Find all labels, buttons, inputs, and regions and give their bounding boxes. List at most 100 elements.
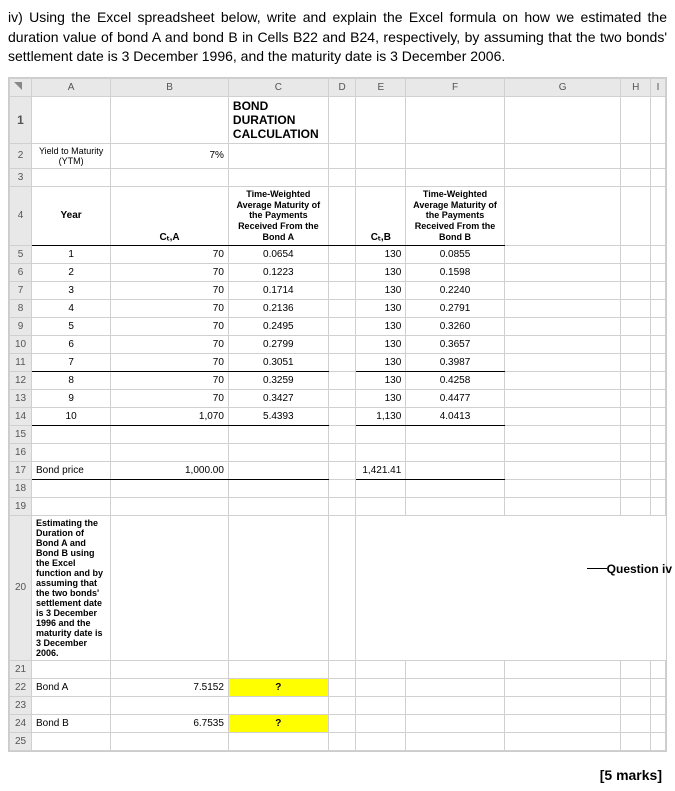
wb-cell[interactable]: 0.1598 [406, 263, 504, 281]
year-cell[interactable]: 1 [32, 245, 111, 263]
cta-cell[interactable]: 70 [111, 281, 229, 299]
row-header-13[interactable]: 13 [10, 389, 32, 407]
row-header-7[interactable]: 7 [10, 281, 32, 299]
bondB-header[interactable]: Time-Weighted Average Maturity of the Pa… [406, 186, 504, 245]
row-header-11[interactable]: 11 [10, 353, 32, 371]
ctb-cell[interactable]: 130 [356, 317, 406, 335]
row-header-1[interactable]: 1 [10, 96, 32, 143]
col-header-G[interactable]: G [504, 78, 621, 96]
cta-cell[interactable]: 70 [111, 263, 229, 281]
cta-cell[interactable]: 70 [111, 389, 229, 407]
bondB-value[interactable]: 6.7535 [111, 714, 229, 732]
row-header-21[interactable]: 21 [10, 660, 32, 678]
wa-cell[interactable]: 0.1714 [228, 281, 328, 299]
wb-cell[interactable]: 0.0855 [406, 245, 504, 263]
note-cell[interactable]: Estimating the Duration of Bond A and Bo… [32, 515, 111, 660]
wa-cell[interactable]: 0.3427 [228, 389, 328, 407]
wb-cell[interactable]: 0.3987 [406, 353, 504, 371]
row-header-12[interactable]: 12 [10, 371, 32, 389]
ctb-cell[interactable]: 130 [356, 389, 406, 407]
col-header-D[interactable]: D [328, 78, 356, 96]
cta-cell[interactable]: 70 [111, 245, 229, 263]
row-header-18[interactable]: 18 [10, 479, 32, 497]
year-cell[interactable]: 5 [32, 317, 111, 335]
ytm-value[interactable]: 7% [111, 143, 229, 168]
year-cell[interactable]: 3 [32, 281, 111, 299]
row-header-14[interactable]: 14 [10, 407, 32, 425]
ctb-cell[interactable]: 130 [356, 281, 406, 299]
row-header-4[interactable]: 4 [10, 186, 32, 245]
year-cell[interactable]: 10 [32, 407, 111, 425]
wa-cell[interactable]: 0.1223 [228, 263, 328, 281]
year-cell[interactable]: 8 [32, 371, 111, 389]
bond-price-A[interactable]: 1,000.00 [111, 461, 229, 479]
row-header-2[interactable]: 2 [10, 143, 32, 168]
wa-cell[interactable]: 0.0654 [228, 245, 328, 263]
col-header-I[interactable]: I [651, 78, 666, 96]
cta-cell[interactable]: 70 [111, 335, 229, 353]
row-header-24[interactable]: 24 [10, 714, 32, 732]
row-header-10[interactable]: 10 [10, 335, 32, 353]
cta-cell[interactable]: 1,070 [111, 407, 229, 425]
bondA-header[interactable]: Time-Weighted Average Maturity of the Pa… [228, 186, 328, 245]
cta-cell[interactable]: 70 [111, 371, 229, 389]
bondB-formula[interactable]: ? [228, 714, 328, 732]
wa-cell[interactable]: 0.2136 [228, 299, 328, 317]
bondA-label[interactable]: Bond A [32, 678, 111, 696]
year-cell[interactable]: 7 [32, 353, 111, 371]
wb-cell[interactable]: 0.4477 [406, 389, 504, 407]
wa-cell[interactable]: 0.2495 [228, 317, 328, 335]
cta-cell[interactable]: 70 [111, 299, 229, 317]
row-header-17[interactable]: 17 [10, 461, 32, 479]
cta-cell[interactable]: 70 [111, 353, 229, 371]
bondA-value[interactable]: 7.5152 [111, 678, 229, 696]
row-header-15[interactable]: 15 [10, 425, 32, 443]
wb-cell[interactable]: 0.2791 [406, 299, 504, 317]
row-header-22[interactable]: 22 [10, 678, 32, 696]
wa-cell[interactable]: 5.4393 [228, 407, 328, 425]
ctb-header[interactable]: Cₜ,B [356, 186, 406, 245]
bond-price-label[interactable]: Bond price [32, 461, 111, 479]
bondA-formula[interactable]: ? [228, 678, 328, 696]
title-cell[interactable]: BOND DURATION CALCULATION [228, 96, 328, 143]
wb-cell[interactable]: 0.2240 [406, 281, 504, 299]
col-header-C[interactable]: C [228, 78, 328, 96]
year-cell[interactable]: 2 [32, 263, 111, 281]
ctb-cell[interactable]: 130 [356, 353, 406, 371]
wa-cell[interactable]: 0.3259 [228, 371, 328, 389]
row-header-19[interactable]: 19 [10, 497, 32, 515]
col-header-F[interactable]: F [406, 78, 504, 96]
row-header-3[interactable]: 3 [10, 168, 32, 186]
row-header-6[interactable]: 6 [10, 263, 32, 281]
ctb-cell[interactable]: 130 [356, 335, 406, 353]
row-header-9[interactable]: 9 [10, 317, 32, 335]
row-header-23[interactable]: 23 [10, 696, 32, 714]
cta-header[interactable]: Cₜ,A [111, 186, 229, 245]
wa-cell[interactable]: 0.2799 [228, 335, 328, 353]
wb-cell[interactable]: 0.4258 [406, 371, 504, 389]
year-header[interactable]: Year [32, 186, 111, 245]
wb-cell[interactable]: 0.3260 [406, 317, 504, 335]
cta-cell[interactable]: 70 [111, 317, 229, 335]
row-header-25[interactable]: 25 [10, 732, 32, 750]
ctb-cell[interactable]: 1,130 [356, 407, 406, 425]
col-header-H[interactable]: H [621, 78, 651, 96]
row-header-5[interactable]: 5 [10, 245, 32, 263]
year-cell[interactable]: 6 [32, 335, 111, 353]
ctb-cell[interactable]: 130 [356, 245, 406, 263]
ctb-cell[interactable]: 130 [356, 299, 406, 317]
wb-cell[interactable]: 0.3657 [406, 335, 504, 353]
row-header-16[interactable]: 16 [10, 443, 32, 461]
bondB-label[interactable]: Bond B [32, 714, 111, 732]
wb-cell[interactable]: 4.0413 [406, 407, 504, 425]
row-header-20[interactable]: 20 [10, 515, 32, 660]
col-header-E[interactable]: E [356, 78, 406, 96]
col-header-B[interactable]: B [111, 78, 229, 96]
ctb-cell[interactable]: 130 [356, 263, 406, 281]
year-cell[interactable]: 4 [32, 299, 111, 317]
ytm-label[interactable]: Yield to Maturity (YTM) [32, 143, 111, 168]
col-header-A[interactable]: A [32, 78, 111, 96]
ctb-cell[interactable]: 130 [356, 371, 406, 389]
year-cell[interactable]: 9 [32, 389, 111, 407]
bond-price-B[interactable]: 1,421.41 [356, 461, 406, 479]
